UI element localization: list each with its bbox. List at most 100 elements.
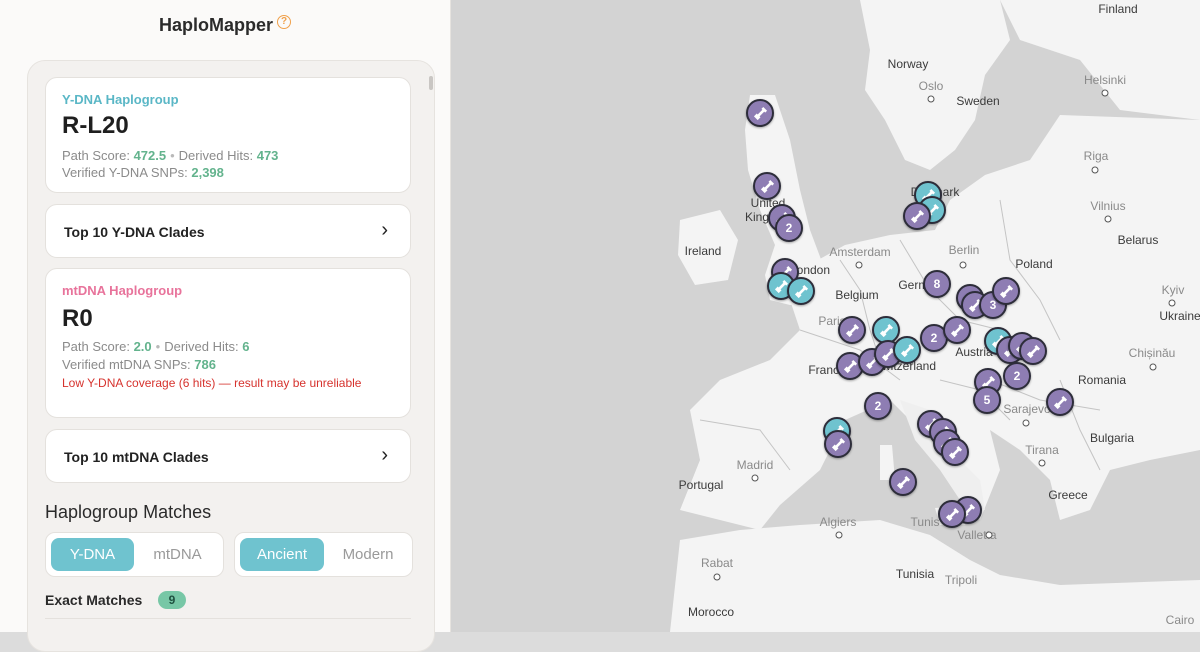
ydna-verified-line: Verified Y-DNA SNPs: 2,398	[62, 165, 224, 180]
map-cluster-marker[interactable]: 8	[923, 270, 951, 298]
toggle-ancient[interactable]: Ancient	[240, 538, 324, 571]
ydna-derived-hits: 473	[256, 148, 279, 163]
help-circle-icon[interactable]: ?	[277, 15, 291, 29]
chevron-right-icon: ›	[381, 219, 388, 241]
map-label-algiers: Algiers	[819, 515, 857, 529]
map-label-greece: Greece	[1048, 488, 1088, 502]
city-dot-riga	[1091, 166, 1099, 174]
city-dot-oslo	[927, 95, 935, 103]
city-dot-rabat	[713, 573, 721, 581]
map-label-tripoli: Tripoli	[944, 573, 978, 587]
app-title-bar: HaploMapper?	[0, 15, 450, 36]
shovel-icon	[753, 106, 767, 120]
map-sample-marker[interactable]	[746, 99, 774, 127]
exact-matches-label: Exact Matches	[45, 592, 143, 608]
map-label-sarajevo: Sarajevo	[1003, 402, 1051, 416]
map-label-finland: Finland	[1098, 2, 1138, 16]
map-label-kyiv: Kyiv	[1161, 283, 1185, 297]
ydna-path-score-label: Path Score:	[62, 148, 130, 163]
map-label-cairo: Cairo	[1165, 613, 1195, 627]
ydna-path-score: 472.5	[133, 148, 167, 163]
toggle-ydna[interactable]: Y-DNA	[51, 538, 134, 571]
map-sample-marker[interactable]	[753, 172, 781, 200]
mtdna-verified: 786	[194, 357, 216, 372]
exact-matches-count-badge: 9	[158, 591, 186, 609]
ydna-derived-hits-label: Derived Hits:	[178, 148, 254, 163]
city-dot-vilnius	[1104, 215, 1112, 223]
shovel-icon	[948, 445, 962, 459]
top-mtdna-clades-label: Top 10 mtDNA Clades	[64, 449, 209, 465]
map-cluster-marker[interactable]: 5	[973, 386, 1001, 414]
city-dot-tirana	[1038, 459, 1046, 467]
ydna-haplogroup: R-L20	[62, 112, 129, 139]
map-sample-marker[interactable]	[943, 316, 971, 344]
map-sample-marker[interactable]	[903, 202, 931, 230]
city-dot-kyiv	[1168, 299, 1176, 307]
map-label-vilnius: Vilnius	[1090, 199, 1126, 213]
divider	[45, 618, 411, 619]
map-sample-marker[interactable]	[938, 500, 966, 528]
mtdna-derived-hits-label: Derived Hits:	[164, 339, 239, 354]
shovel-icon	[1053, 395, 1067, 409]
map-sample-marker[interactable]	[941, 438, 969, 466]
mtdna-path-score-line: Path Score: 2.0 • Derived Hits: 6	[62, 339, 249, 354]
city-dot-amsterdam	[855, 261, 863, 269]
shovel-icon	[845, 323, 859, 337]
map-label-romania: Romania	[1077, 373, 1127, 387]
mtdna-verified-label: Verified mtDNA SNPs:	[62, 357, 191, 372]
city-dot-madrid	[751, 474, 759, 482]
shovel-icon	[831, 437, 845, 451]
map-label-ireland: Ireland	[684, 244, 722, 258]
shovel-icon	[896, 475, 910, 489]
panel-scrollbar[interactable]	[429, 76, 433, 90]
map-sample-marker[interactable]	[787, 277, 815, 305]
shovel-icon	[950, 323, 964, 337]
mtdna-kicker: mtDNA Haplogroup	[62, 283, 183, 298]
top-mtdna-clades-button[interactable]: Top 10 mtDNA Clades ›	[45, 429, 411, 483]
mtdna-haplogroup: R0	[62, 305, 93, 332]
shovel-icon	[843, 359, 857, 373]
city-dot-sarajevo	[1022, 419, 1030, 427]
mtdna-coverage-warning: Low Y-DNA coverage (6 hits) — result may…	[62, 376, 362, 390]
top-ydna-clades-button[interactable]: Top 10 Y-DNA Clades ›	[45, 204, 411, 258]
map-cluster-marker[interactable]: 2	[864, 392, 892, 420]
toggle-modern[interactable]: Modern	[326, 538, 410, 571]
map-label-bulgaria: Bulgaria	[1089, 431, 1135, 445]
toggle-mtdna[interactable]: mtDNA	[136, 538, 219, 571]
mtdna-path-score: 2.0	[133, 339, 152, 354]
app-title: HaploMapper	[158, 15, 273, 35]
ydna-verified: 2,398	[191, 165, 224, 180]
map-label-norway: Norway	[887, 57, 929, 71]
map-cluster-marker[interactable]: 2	[1003, 362, 1031, 390]
map-cluster-marker[interactable]: 2	[775, 214, 803, 242]
city-dot-valletta	[985, 531, 993, 539]
map-label-helsinki: Helsinki	[1083, 73, 1127, 87]
map-label-chisinau: Chișinău	[1128, 346, 1176, 360]
city-dot-helsinki	[1101, 89, 1109, 97]
mtdna-verified-line: Verified mtDNA SNPs: 786	[62, 357, 216, 372]
dna-type-toggle: Y-DNA mtDNA	[45, 532, 224, 577]
map-sample-marker[interactable]	[893, 336, 921, 364]
map-label-morocco: Morocco	[687, 605, 735, 619]
chevron-right-icon: ›	[381, 444, 388, 466]
map-label-rabat: Rabat	[700, 556, 734, 570]
mtdna-card: mtDNA Haplogroup R0 Path Score: 2.0 • Deri…	[45, 268, 411, 418]
map-sample-marker[interactable]	[824, 430, 852, 458]
map-label-tirana: Tirana	[1025, 443, 1059, 457]
map-label-belgium: Belgium	[835, 288, 879, 302]
mtdna-path-score-label: Path Score:	[62, 339, 130, 354]
top-ydna-clades-label: Top 10 Y-DNA Clades	[64, 224, 205, 240]
map-sample-marker[interactable]	[1046, 388, 1074, 416]
map-label-riga: Riga	[1083, 149, 1109, 163]
matches-heading: Haplogroup Matches	[45, 502, 212, 522]
shovel-icon	[879, 323, 893, 337]
map-label-berlin: Berlin	[948, 243, 980, 257]
map-label-poland: Poland	[1015, 257, 1053, 271]
map-label-madrid: Madrid	[736, 458, 774, 472]
map-sample-marker[interactable]	[889, 468, 917, 496]
mtdna-derived-hits: 6	[242, 339, 250, 354]
city-dot-berlin	[959, 261, 967, 269]
map-sample-marker[interactable]	[1019, 337, 1047, 365]
map-sample-marker[interactable]	[838, 316, 866, 344]
map-sample-marker[interactable]	[992, 277, 1020, 305]
